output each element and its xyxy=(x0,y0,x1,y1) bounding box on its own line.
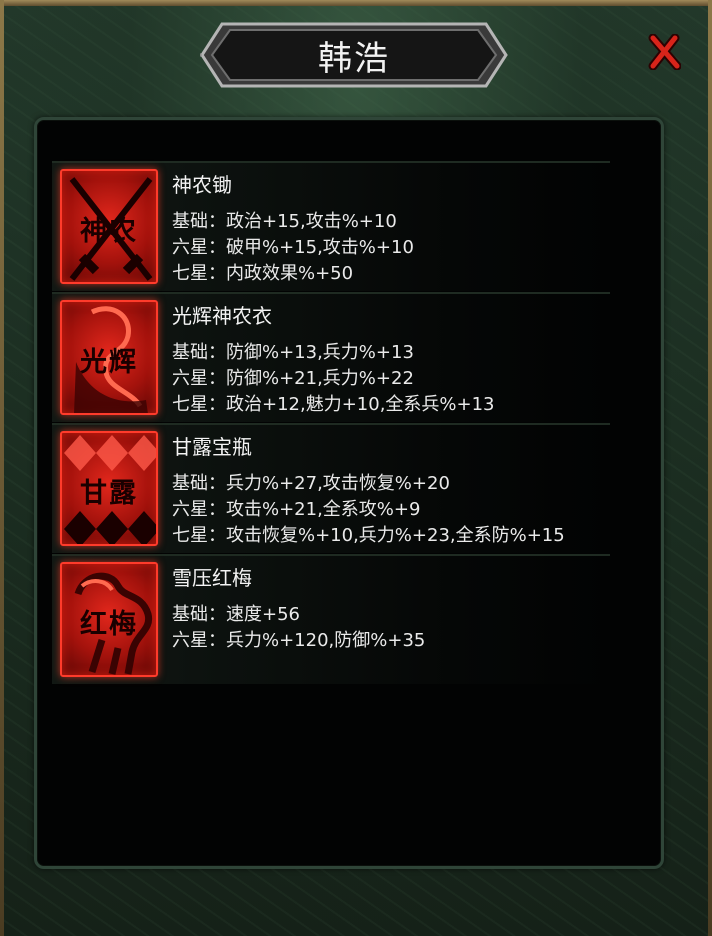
item-icon-text: 光辉 xyxy=(80,347,138,378)
close-icon xyxy=(648,33,682,71)
stat-six-star: 六星：防御%+21,兵力%+22 xyxy=(172,368,414,389)
title-plate: 韩浩 xyxy=(200,22,508,88)
frame-top-border xyxy=(0,0,712,6)
stat-seven-star: 七星：攻击恢复%+10,兵力%+23,全系防%+15 xyxy=(172,525,565,546)
stat-six-star: 六星：破甲%+15,攻击%+10 xyxy=(172,237,414,258)
item-icon-text: 神农 xyxy=(80,216,138,247)
page-title: 韩浩 xyxy=(318,38,390,79)
item-name: 神农锄 xyxy=(172,173,232,197)
stat-six-star: 六星：攻击%+21,全系攻%+9 xyxy=(172,499,421,520)
armor-robe-icon: 光辉 xyxy=(60,300,158,415)
diamond-vase-icon: 甘露 xyxy=(60,431,158,546)
stat-seven-star: 七星：内政效果%+50 xyxy=(172,263,354,284)
frame-right-border xyxy=(708,0,712,936)
stat-seven-star: 七星：政治+12,魅力+10,全系兵%+13 xyxy=(172,394,495,415)
stat-six-star: 六星：兵力%+120,防御%+35 xyxy=(172,630,426,651)
item-icon-text: 甘露 xyxy=(80,478,138,509)
crossed-hoes-icon: 神农 xyxy=(60,169,158,284)
stat-base: 基础：速度+56 xyxy=(172,604,300,625)
item-name: 甘露宝瓶 xyxy=(172,435,252,459)
equipment-item: 神农 神农锄 基础：政治+15,攻击%+10 六星：破甲%+15,攻击%+10 … xyxy=(52,161,610,291)
horse-icon: 红梅 xyxy=(60,562,158,677)
equipment-item: 光辉 光辉神农衣 基础：防御%+13,兵力%+13 六星：防御%+21,兵力%+… xyxy=(52,292,610,422)
item-icon-text: 红梅 xyxy=(80,609,138,640)
frame-left-border xyxy=(0,0,4,936)
item-name: 光辉神农衣 xyxy=(172,304,272,328)
item-name: 雪压红梅 xyxy=(172,566,252,590)
close-button[interactable] xyxy=(647,33,682,71)
stat-base: 基础：兵力%+27,攻击恢复%+20 xyxy=(172,473,450,494)
stat-base: 基础：政治+15,攻击%+10 xyxy=(172,211,397,232)
stat-base: 基础：防御%+13,兵力%+13 xyxy=(172,342,414,363)
equipment-item: 红梅 雪压红梅 基础：速度+56 六星：兵力%+120,防御%+35 xyxy=(52,554,610,684)
equipment-item: 甘露 甘露宝瓶 基础：兵力%+27,攻击恢复%+20 六星：攻击%+21,全系攻… xyxy=(52,423,610,553)
